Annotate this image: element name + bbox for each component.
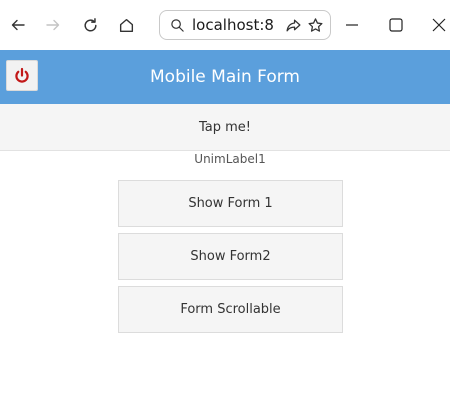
back-button[interactable] (3, 10, 33, 40)
show-form1-label: Show Form 1 (188, 196, 273, 211)
show-form2-button[interactable]: Show Form2 (118, 233, 343, 280)
app-header: Mobile Main Form (0, 50, 450, 104)
show-form1-button[interactable]: Show Form 1 (118, 180, 343, 227)
page-title: Mobile Main Form (150, 67, 300, 87)
refresh-icon (83, 17, 97, 31)
show-form2-label: Show Form2 (190, 249, 271, 264)
address-bar[interactable]: localhost:8 (159, 10, 331, 40)
home-icon (119, 18, 133, 32)
close-icon (432, 18, 446, 32)
maximize-icon (389, 18, 403, 32)
minimize-button[interactable] (337, 10, 367, 40)
browser-toolbar: localhost:8 (0, 0, 450, 50)
star-icon[interactable] (306, 16, 324, 34)
forward-button[interactable] (38, 10, 68, 40)
search-icon (168, 16, 186, 34)
arrow-right-icon (46, 19, 60, 31)
share-icon[interactable] (284, 16, 302, 34)
url-text: localhost:8 (192, 16, 274, 34)
arrow-left-icon (11, 19, 25, 31)
power-button[interactable] (6, 60, 38, 91)
tap-me-button[interactable]: Tap me! (0, 104, 450, 151)
home-button[interactable] (111, 10, 141, 40)
refresh-button[interactable] (75, 10, 105, 40)
tap-me-label: Tap me! (198, 119, 251, 135)
unim-label: UnimLabel1 (194, 152, 266, 166)
maximize-button[interactable] (381, 10, 411, 40)
minimize-icon (346, 24, 358, 26)
power-icon (15, 67, 29, 83)
form-scrollable-label: Form Scrollable (180, 302, 281, 317)
close-button[interactable] (424, 10, 450, 40)
form-scrollable-button[interactable]: Form Scrollable (118, 286, 343, 333)
